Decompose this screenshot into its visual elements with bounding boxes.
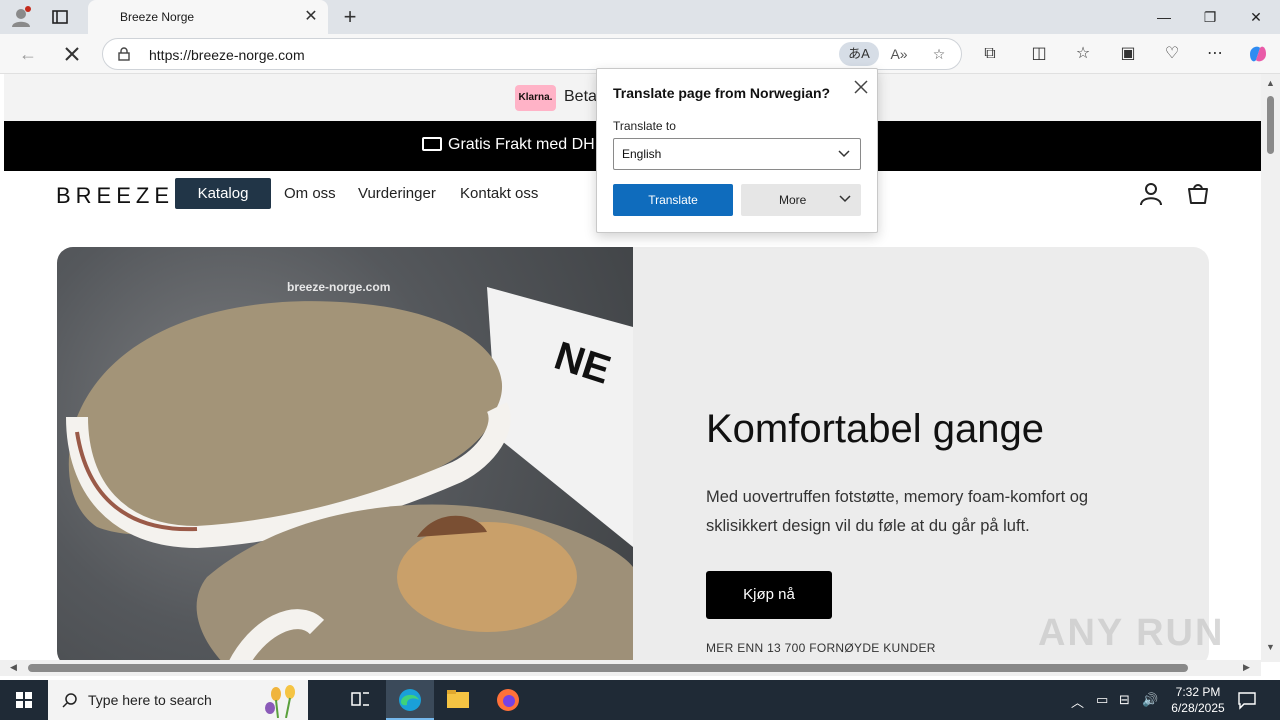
tulips-icon (265, 685, 295, 718)
split-screen-icon[interactable]: ◫ (1027, 42, 1051, 66)
tray-chevron-up-icon[interactable]: ︿ (1071, 692, 1084, 711)
shoe-illustration: NE (66, 287, 633, 662)
popup-close-icon[interactable] (851, 77, 871, 97)
tab-title: Breeze Norge (120, 10, 195, 24)
translate-button[interactable]: Translate (613, 184, 733, 216)
cart-icon[interactable] (1185, 181, 1211, 207)
tab-close-icon[interactable]: ✕ (302, 8, 320, 26)
window-close-button[interactable]: ✕ (1233, 0, 1279, 34)
windows-start-icon[interactable] (0, 680, 48, 720)
browser-essentials-icon[interactable]: ♡ (1160, 42, 1184, 66)
taskbar-search-box[interactable]: Type here to search (48, 680, 308, 720)
nav-vurderinger[interactable]: Vurderinger (358, 185, 436, 202)
tab-breeze-norge[interactable]: Breeze Norge ✕ (88, 0, 328, 34)
network-icon[interactable]: ⊟ (1119, 692, 1130, 708)
horizontal-scrollbar[interactable]: ◀ ▶ (0, 660, 1261, 676)
clock-time: 7:32 PM (1175, 685, 1221, 699)
horizontal-scroll-thumb[interactable] (28, 664, 1188, 672)
site-info-icon[interactable] (117, 47, 131, 61)
edge-taskbar-icon[interactable] (386, 680, 434, 720)
site-logo[interactable]: BREEZE (56, 183, 174, 209)
truck-icon (422, 137, 442, 151)
shipping-text-wrap: Gratis Frakt med DH (422, 136, 595, 154)
clock-date: 6/28/2025 (1171, 701, 1225, 715)
chevron-down-icon (839, 195, 851, 203)
scroll-right-arrow-icon[interactable]: ▶ (1243, 662, 1250, 673)
more-button[interactable]: More (741, 184, 861, 216)
collections-icon[interactable]: ▣ (1116, 42, 1140, 66)
hero-banner: NE breeze-norge.com Komfortabel gange Me… (57, 247, 1209, 662)
anyrun-watermark: ANY RUN (1038, 612, 1225, 654)
new-tab-button[interactable]: + (338, 4, 362, 30)
vertical-scroll-thumb[interactable] (1267, 96, 1274, 154)
more-button-label: More (779, 193, 807, 207)
favorite-star-icon[interactable]: ☆ (927, 43, 951, 65)
search-icon (62, 693, 77, 708)
account-icon[interactable] (1138, 181, 1164, 207)
profile-icon[interactable] (10, 6, 32, 28)
hero-body: Med uovertruffen fotstøtte, memory foam-… (706, 488, 1089, 535)
more-menu-icon[interactable]: ⋯ (1203, 42, 1227, 66)
scroll-up-arrow-icon[interactable]: ▲ (1266, 78, 1275, 88)
back-arrow-icon[interactable]: ← (16, 42, 40, 66)
search-placeholder: Type here to search (88, 692, 212, 708)
chevron-down-icon (838, 150, 850, 158)
browser-titlebar: Breeze Norge ✕ + — ❐ ✕ (0, 0, 1280, 34)
promo-text: Beta (564, 88, 597, 105)
customer-count-note: MER ENN 13 700 FORNØYDE KUNDER (706, 641, 936, 655)
tab-actions-icon[interactable] (48, 6, 72, 28)
hero-title: Komfortabel gange (706, 407, 1045, 451)
hero-shoe-image: NE breeze-norge.com (57, 247, 633, 662)
translate-icon[interactable]: あA (839, 42, 879, 66)
translate-to-label: Translate to (613, 119, 676, 133)
image-watermark: breeze-norge.com (287, 280, 391, 294)
read-aloud-icon[interactable]: A» (887, 43, 911, 65)
copilot-icon[interactable] (1246, 42, 1270, 66)
buy-now-button[interactable]: Kjøp nå (706, 571, 832, 619)
restore-button[interactable]: ❐ (1187, 0, 1233, 34)
nav-kontakt-oss[interactable]: Kontakt oss (460, 185, 538, 202)
shipping-text: Gratis Frakt med DH (448, 136, 595, 153)
popup-title: Translate page from Norwegian? (613, 85, 831, 101)
translate-popup: Translate page from Norwegian? Translate… (596, 68, 878, 233)
nav-katalog[interactable]: Katalog (175, 178, 271, 209)
url-bar[interactable]: https://breeze-norge.com あA A» ☆ (102, 38, 962, 70)
firefox-icon[interactable] (484, 680, 532, 720)
selected-language: English (622, 147, 662, 161)
tray-device-icon[interactable]: ▭ (1096, 692, 1108, 708)
windows-taskbar: Type here to search ︿ ▭ ⊟ 🔊 7:32 PM 6/28… (0, 680, 1280, 720)
extensions-icon[interactable]: ⧉ (978, 42, 1002, 66)
scroll-left-arrow-icon[interactable]: ◀ (10, 662, 17, 673)
taskbar-clock[interactable]: 7:32 PM 6/28/2025 (1162, 684, 1234, 716)
vertical-scrollbar[interactable]: ▲ ▼ (1261, 74, 1280, 662)
task-view-icon[interactable] (336, 680, 384, 720)
language-select[interactable]: English (613, 138, 861, 170)
minimize-button[interactable]: — (1141, 0, 1187, 34)
scroll-down-arrow-icon[interactable]: ▼ (1266, 642, 1275, 652)
favorites-icon[interactable]: ☆ (1071, 42, 1095, 66)
url-text[interactable]: https://breeze-norge.com (149, 47, 305, 63)
volume-icon[interactable]: 🔊 (1142, 692, 1158, 708)
file-explorer-icon[interactable] (434, 680, 482, 720)
nav-om-oss[interactable]: Om oss (284, 185, 336, 202)
notifications-icon[interactable] (1236, 690, 1258, 710)
stop-loading-icon[interactable] (60, 42, 84, 66)
klarna-logo: Klarna. (515, 85, 556, 111)
